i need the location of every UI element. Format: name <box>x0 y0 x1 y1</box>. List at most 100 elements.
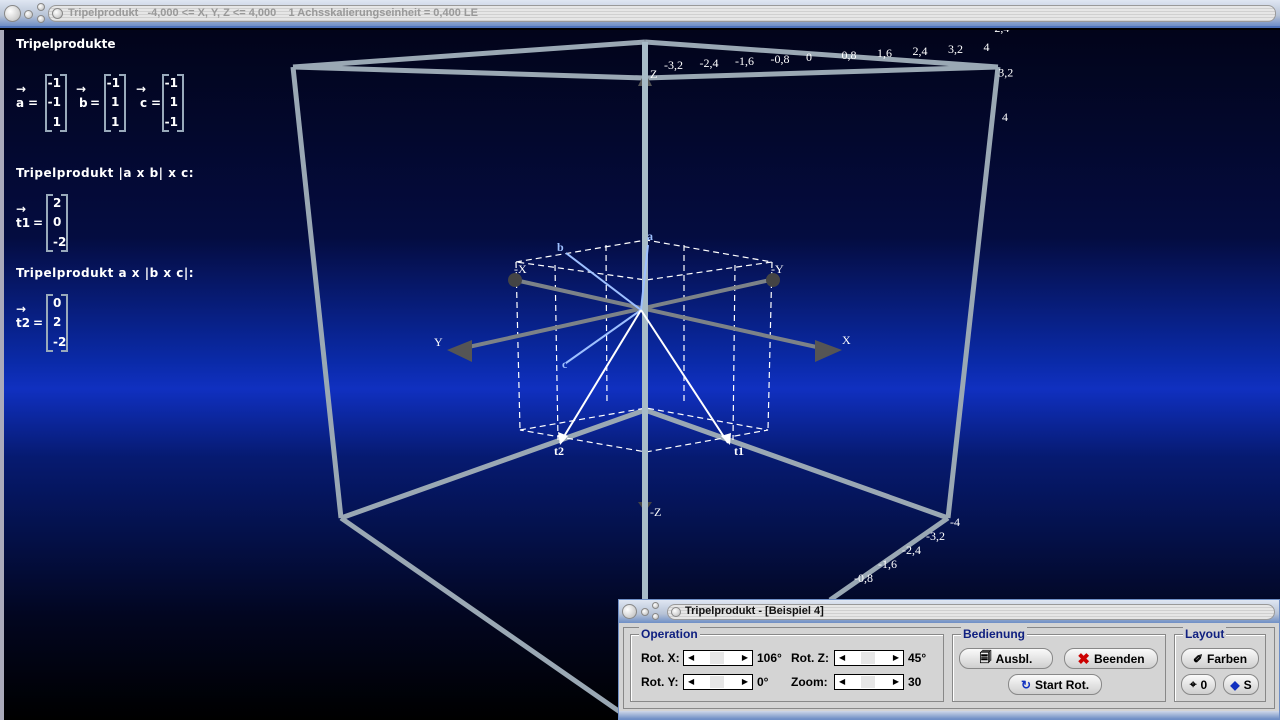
close-x-icon: ✖ <box>1077 650 1090 668</box>
left-border <box>0 30 4 720</box>
title-icon <box>52 8 63 19</box>
panel-title: Tripelprodukt - [Beispiel 4] <box>685 605 824 617</box>
zoom-value: 30 <box>908 675 922 689</box>
origin-button[interactable]: ⌖ 0 <box>1181 674 1216 695</box>
rot-z-value: 45° <box>908 651 927 665</box>
neg-z-axis-label: -Z <box>650 505 661 519</box>
t1-heading: Tripelprodukt |a x b| x c: <box>16 166 195 180</box>
tick-label: 1,6 <box>877 46 892 60</box>
layout-group: Layout ✐ Farben ⌖ 0 ◆ S <box>1174 627 1266 702</box>
bedienung-group: Bedienung 🗐 Ausbl. ✖ Beenden ↻ Start Rot. <box>952 627 1166 702</box>
tick-labels: -3,2-2,4-1,6-0,800,81,62,43,2443,22,41,6… <box>664 30 1013 585</box>
arrow-icon: → <box>16 82 27 96</box>
equals: = <box>33 216 44 230</box>
tick-label: 4 <box>1002 110 1008 124</box>
rot-y-slider[interactable]: ◀ ▶ <box>683 674 753 690</box>
start-rot-button[interactable]: ↻ Start Rot. <box>1008 674 1102 695</box>
rot-y-value: 0° <box>757 675 769 689</box>
vector-a-label: a <box>647 229 653 243</box>
equals: = <box>33 316 44 330</box>
arrow-icon: → <box>136 82 147 96</box>
zoom-label: Zoom: <box>791 675 828 689</box>
rotate-icon: ↻ <box>1020 677 1032 692</box>
arrow-icon: → <box>16 302 27 316</box>
tick-label: -2,4 <box>700 56 719 70</box>
neg-y-axis-label: -Y <box>771 262 784 276</box>
crosshair-icon: ⌖ <box>1189 677 1197 691</box>
tick-label: 3,2 <box>998 66 1013 80</box>
equals: = <box>151 96 162 110</box>
panel-bottom-bar <box>619 711 1279 719</box>
start-rot-label: Start Rot. <box>1035 677 1090 692</box>
rot-z-label: Rot. Z: <box>791 651 829 665</box>
operation-group: Operation Rot. X: ◀ ▶ 106° Rot. Z: ◀ ▶ 45°… <box>630 627 944 702</box>
x-axis-label: X <box>842 333 851 347</box>
vector-t2-label: t2 <box>554 444 564 458</box>
tick-label: -3,2 <box>664 58 683 72</box>
panel-menu-button[interactable] <box>622 604 637 619</box>
equals: = <box>28 96 39 110</box>
eraser-icon: ◆ <box>1230 677 1240 692</box>
tick-label: -3,2 <box>926 529 945 543</box>
tick-label: -1,6 <box>878 557 897 571</box>
tick-label: -4 <box>950 515 960 529</box>
tick-label: -1,6 <box>735 54 754 68</box>
s-label: S <box>1243 677 1252 692</box>
s-button[interactable]: ◆ S <box>1223 674 1259 695</box>
y-axis-label: Y <box>434 335 443 349</box>
rot-x-value: 106° <box>757 651 782 665</box>
operation-label: Operation <box>639 627 700 641</box>
panel-close-button[interactable] <box>652 613 659 620</box>
tick-label: 3,2 <box>948 42 963 56</box>
hide-icon: 🗐 <box>979 650 992 664</box>
arrow-icon: → <box>16 202 27 216</box>
rot-y-label: Rot. Y: <box>641 675 679 689</box>
tick-label: -0,8 <box>854 571 873 585</box>
close-button[interactable] <box>37 15 45 23</box>
main-title-bar: Tripelprodukt -4,000 <= X, Y, Z <= 4,000… <box>0 0 1280 28</box>
minimize-button[interactable] <box>24 10 33 19</box>
layout-label: Layout <box>1183 627 1227 641</box>
brush-icon: ✐ <box>1192 651 1204 666</box>
farben-label: Farben <box>1207 651 1248 666</box>
panel-minimize-button[interactable] <box>641 608 649 616</box>
ausbl-button[interactable]: 🗐 Ausbl. <box>959 648 1053 669</box>
farben-button[interactable]: ✐ Farben <box>1181 648 1259 669</box>
vector-c-matrix: -1 1 -1 <box>162 74 184 132</box>
beenden-button[interactable]: ✖ Beenden <box>1064 648 1158 669</box>
rot-x-label: Rot. X: <box>641 651 680 665</box>
tick-label: 0 <box>806 50 812 64</box>
x-axis-arrow-icon <box>815 340 842 362</box>
window-menu-button[interactable] <box>4 5 21 22</box>
equals: = <box>90 96 101 110</box>
y-axis-arrow-icon <box>447 340 472 362</box>
vector-name: c <box>140 96 148 110</box>
bedienung-label: Bedienung <box>961 627 1027 641</box>
t2-matrix: 0 2 -2 <box>46 294 68 352</box>
beenden-label: Beenden <box>1093 651 1145 666</box>
panel-title-bar: Tripelprodukt - [Beispiel 4] <box>619 600 1279 623</box>
vector-name: t2 <box>16 316 31 330</box>
tick-label: 0,8 <box>842 48 857 62</box>
panel-body: Operation Rot. X: ◀ ▶ 106° Rot. Z: ◀ ▶ 45°… <box>623 627 1275 709</box>
maximize-button[interactable] <box>37 3 45 11</box>
t2-heading: Tripelprodukt a x |b x c|: <box>16 266 195 280</box>
rot-z-slider[interactable]: ◀ ▶ <box>834 650 904 666</box>
vector-name: t1 <box>16 216 31 230</box>
tick-label: -0,8 <box>771 52 790 66</box>
vector-b-label: b <box>557 240 564 254</box>
tick-label: -2,4 <box>902 543 921 557</box>
tick-label: 2,4 <box>913 44 928 58</box>
neg-x-axis-label: -X <box>514 262 527 276</box>
vector-c-label: c <box>562 357 568 371</box>
vector-name: b <box>79 96 88 110</box>
control-panel: Tripelprodukt - [Beispiel 4] Operation R… <box>618 599 1280 720</box>
origin-label: 0 <box>1200 677 1208 692</box>
rot-x-slider[interactable]: ◀ ▶ <box>683 650 753 666</box>
panel-title-icon <box>671 607 681 617</box>
panel-maximize-button[interactable] <box>652 602 659 609</box>
window-title: Tripelprodukt -4,000 <= X, Y, Z <= 4,000… <box>68 7 478 19</box>
z-axis-label: Z <box>650 67 657 81</box>
zoom-slider[interactable]: ◀ ▶ <box>834 674 904 690</box>
tick-label: 2,4 <box>994 30 1009 35</box>
